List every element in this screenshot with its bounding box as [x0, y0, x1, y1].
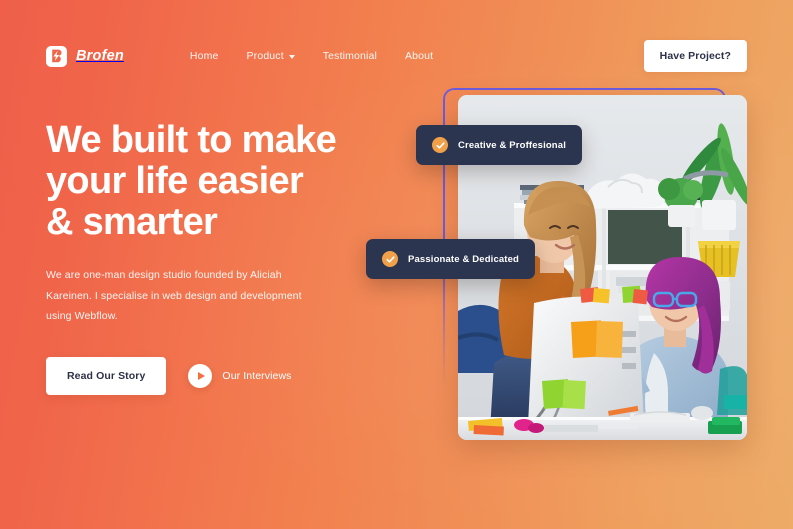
badge-passionate-dedicated: Passionate & Dedicated: [366, 239, 536, 279]
badge-passionate-dedicated-label: Passionate & Dedicated: [408, 253, 520, 265]
main-navbar: Brofen Home Product Testimonial About Ha…: [46, 40, 747, 72]
nav-item-testimonial-label: Testimonial: [322, 50, 377, 62]
check-circle-icon: [382, 251, 398, 267]
read-our-story-button[interactable]: Read Our Story: [46, 356, 167, 395]
landing-hero-page: Brofen Home Product Testimonial About Ha…: [0, 0, 793, 529]
badge-creative-professional-label: Creative & Proffesional: [458, 139, 566, 151]
nav-item-about[interactable]: About: [405, 50, 433, 62]
nav-item-home[interactable]: Home: [190, 50, 219, 62]
badge-creative-professional: Creative & Proffesional: [416, 125, 582, 165]
nav-item-testimonial[interactable]: Testimonial: [323, 50, 377, 62]
play-icon: [188, 363, 213, 388]
headline-line-2: your life easier: [46, 160, 304, 202]
check-circle-icon: [432, 137, 448, 153]
hero-actions: Read Our Story Our Interviews: [46, 356, 386, 395]
our-interviews-label: Our Interviews: [222, 369, 292, 382]
have-project-button[interactable]: Have Project?: [643, 40, 747, 72]
lightning-bolt-badge-icon: [46, 45, 67, 67]
nav-item-about-label: About: [404, 50, 434, 62]
nav-links: Home Product Testimonial About: [190, 50, 433, 62]
nav-item-home-label: Home: [189, 50, 219, 62]
brand-logo[interactable]: Brofen: [46, 45, 124, 67]
nav-item-product-label: Product: [246, 50, 284, 62]
our-interviews-link[interactable]: Our Interviews: [188, 363, 292, 388]
nav-item-product[interactable]: Product: [247, 50, 295, 62]
hero-content: We built to make your life easier & smar…: [46, 120, 386, 395]
page-title: We built to make your life easier & smar…: [46, 120, 386, 243]
brand-name: Brofen: [76, 48, 124, 64]
hero-paragraph: We are one-man design studio founded by …: [46, 269, 302, 322]
headline-line-1: We built to make: [46, 119, 337, 161]
headline-line-3: & smarter: [46, 201, 218, 243]
chevron-down-icon: [288, 55, 295, 59]
